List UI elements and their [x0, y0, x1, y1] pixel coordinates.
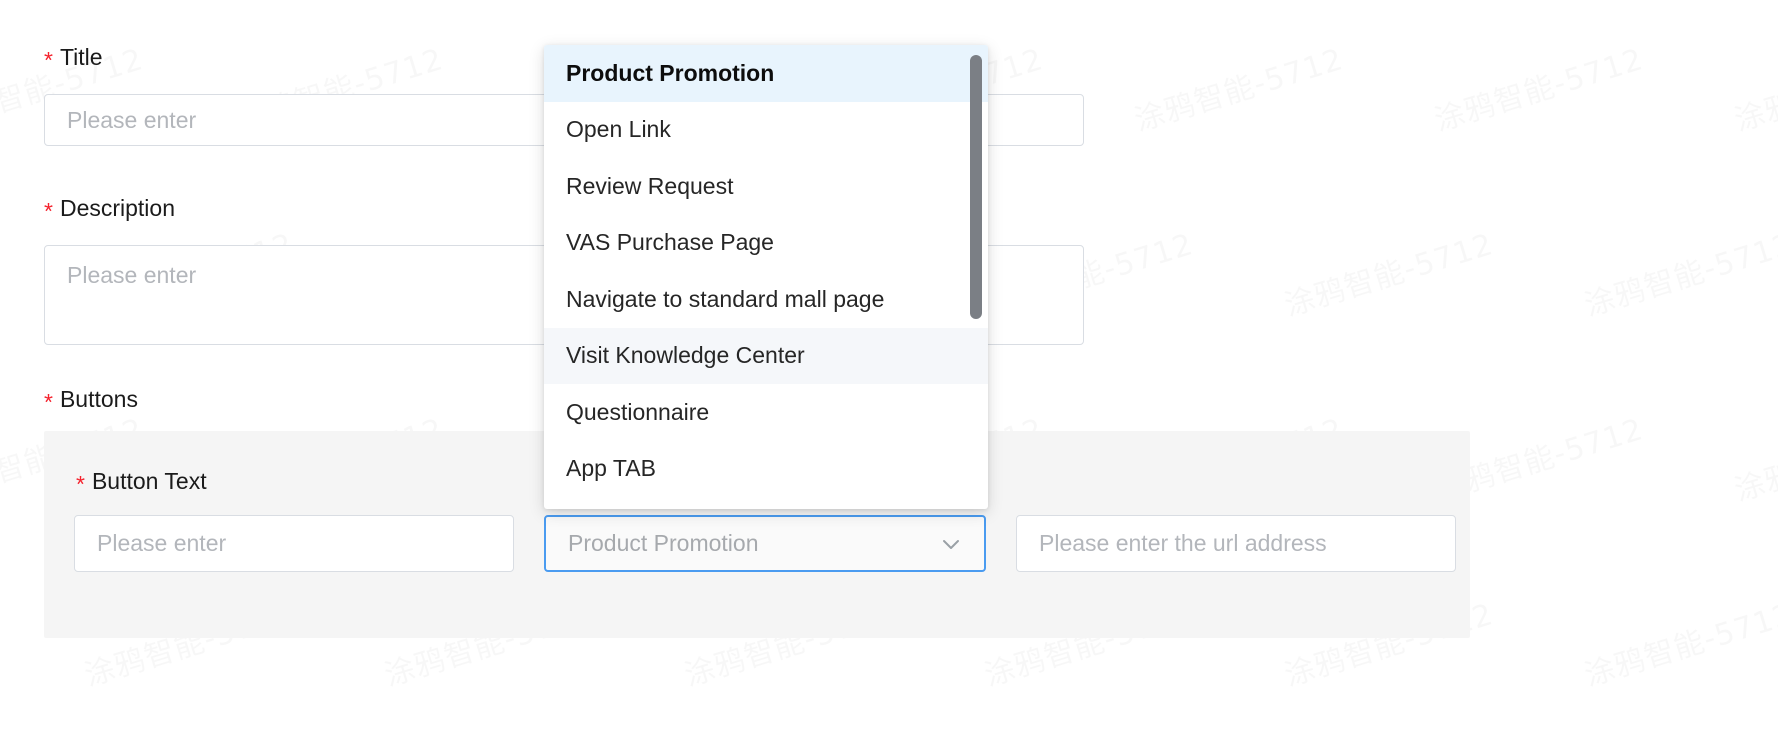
dropdown-option[interactable]: Visit Knowledge Center [544, 327, 988, 384]
dropdown-option[interactable]: Product Promotion [544, 45, 988, 102]
dropdown-scrollbar-track[interactable] [970, 49, 985, 505]
dropdown-option[interactable]: App TAB [544, 441, 988, 498]
dropdown-option-label: Questionnaire [566, 398, 710, 425]
buttons-field-label: * Buttons [44, 386, 138, 414]
dropdown-option[interactable]: Review Request [544, 158, 988, 215]
dropdown-scrollbar-thumb[interactable] [970, 55, 982, 319]
dropdown-option-label: Product Promotion [566, 59, 775, 86]
dropdown-option-label: Navigate to standard mall page [566, 285, 885, 312]
link-type-option-list: Product Promotion Open Link Review Request… [544, 45, 988, 497]
description-field-label: * Description [44, 195, 175, 223]
button-text-label-text: Button Text [91, 468, 207, 494]
link-type-select[interactable]: Product Promotion [544, 515, 986, 572]
dropdown-option[interactable]: Navigate to standard mall page [544, 271, 988, 328]
link-type-select-value: Product Promotion [568, 530, 759, 556]
dropdown-option[interactable]: VAS Purchase Page [544, 215, 988, 272]
title-label-text: Title [59, 44, 103, 70]
title-input-placeholder: Please enter [67, 106, 197, 133]
dropdown-option-label: Review Request [566, 172, 734, 199]
link-type-dropdown-panel[interactable]: Product Promotion Open Link Review Request… [544, 45, 988, 509]
dropdown-option[interactable]: Open Link [544, 102, 988, 159]
button-text-input-placeholder: Please enter [97, 530, 227, 556]
form-container: * Title Please enter * Description Please … [0, 0, 1778, 750]
required-asterisk-title: * [44, 47, 53, 73]
dropdown-option[interactable]: Questionnaire [544, 384, 988, 441]
buttons-label-text: Buttons [59, 386, 138, 412]
description-label-text: Description [59, 195, 175, 221]
required-asterisk-buttons: * [44, 389, 53, 415]
dropdown-option-label: App TAB [566, 455, 656, 482]
chevron-down-icon [938, 531, 964, 557]
required-asterisk-description: * [44, 198, 53, 224]
dropdown-option-label: Visit Knowledge Center [566, 342, 805, 369]
description-input-placeholder: Please enter [67, 262, 197, 288]
dropdown-option-label: Open Link [566, 116, 671, 143]
dropdown-option-label: VAS Purchase Page [566, 229, 774, 256]
button-text-field-label: * Button Text [76, 468, 207, 496]
url-input[interactable]: Please enter the url address [1016, 515, 1456, 572]
title-field-label: * Title [44, 44, 103, 72]
button-text-input[interactable]: Please enter [74, 515, 514, 572]
url-input-placeholder: Please enter the url address [1039, 530, 1327, 556]
required-asterisk-button-text: * [76, 471, 85, 497]
